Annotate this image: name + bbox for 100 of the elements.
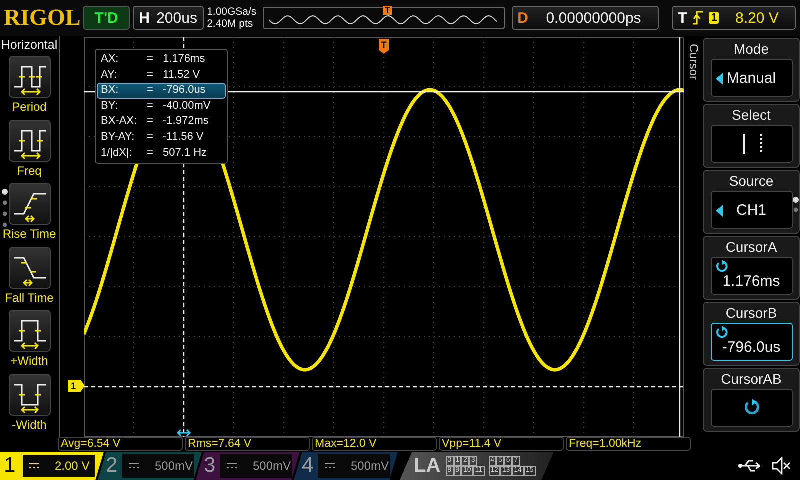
measure-label: Period (12, 100, 47, 114)
readout-equals: = (147, 100, 154, 114)
measure-button[interactable] (8, 246, 50, 288)
rotate-knob-icon (714, 326, 728, 340)
softkey-title: Select (732, 106, 771, 125)
softkey-value: -796.0us (722, 338, 781, 356)
menu-title: Horizontal (1, 38, 58, 52)
channel-tab[interactable]: 2 500mV (98, 452, 202, 480)
readout-label: BY-AY: (101, 130, 136, 145)
readout-equals: = (147, 130, 154, 145)
menu-side-label: Cursor (687, 44, 701, 80)
measurement-value: Max=12.0 V (312, 437, 437, 451)
softkey-title: Source (729, 172, 774, 191)
memory-depth: 2.40M pts (207, 18, 254, 30)
softkey-button[interactable]: Manual (710, 59, 792, 97)
readout-equals: = (147, 115, 154, 129)
muted-speaker-icon (772, 457, 792, 475)
left-triangle-icon (716, 205, 722, 217)
readout-equals: = (147, 84, 154, 98)
softkey-button[interactable]: CH1 (710, 191, 792, 229)
readout-equals: = (147, 146, 154, 160)
channel-number: 3 (204, 454, 216, 478)
sample-rate: 1.00GSa/s (207, 6, 258, 18)
measure-button[interactable] (8, 120, 50, 162)
dc-coupling-icon (29, 463, 39, 469)
readout-label: BY: (101, 100, 120, 114)
left-triangle-icon (716, 73, 722, 85)
readout-label: 1/|dX|: (101, 146, 134, 160)
softkey-title: Mode (734, 40, 770, 59)
dashed-cursor-line[interactable] (84, 386, 684, 388)
readout-equals: = (147, 68, 154, 82)
memory-waveform-icon (268, 14, 499, 26)
measurement-value: Rms=7.64 V (185, 437, 310, 451)
measure-label: Freq (17, 164, 42, 178)
measure-label: Fall Time (5, 290, 54, 304)
timebase-box[interactable]: H 200us (133, 6, 204, 30)
rotate-knob-icon (742, 399, 760, 417)
softkey-value: CH1 (736, 202, 766, 218)
channel-scale: 500mV (252, 459, 291, 473)
measurement-value: Vpp=11.4 V (439, 437, 564, 451)
delay-value: 0.00000000ps (545, 10, 642, 26)
trigger-position-marker: T (383, 6, 392, 15)
dc-coupling-icon (324, 463, 335, 469)
run-status: T'D (83, 6, 130, 30)
softkey-value: 1.176ms (722, 272, 780, 290)
timebase-label: H (139, 10, 150, 26)
channel-tab[interactable]: 4 500mV (294, 452, 398, 480)
channel-scale: 2.00 V (55, 459, 90, 473)
softkey-button[interactable]: -796.0us (710, 323, 792, 361)
channel-tab[interactable]: 3 500mV (196, 452, 300, 480)
trigger-level: 8.20 V (734, 10, 780, 26)
readout-value: -40.00mV (163, 100, 211, 114)
measure-label: Rise Time (2, 227, 56, 241)
readout-value: 507.1 Hz (163, 146, 208, 160)
softkey-title: CursorA (726, 238, 778, 257)
readout-equals: = (147, 53, 154, 67)
readout-value: 1.176ms (163, 53, 206, 67)
channel-number: 1 (4, 454, 17, 478)
la-label: LA (414, 454, 441, 478)
softkey-button[interactable] (710, 389, 792, 427)
readout-label: AX: (101, 53, 120, 67)
cursor-line[interactable] (679, 37, 681, 437)
softkey-button[interactable]: 1.176ms (710, 257, 792, 295)
softkey-value: Manual (726, 70, 776, 86)
readout-label: AY: (101, 68, 118, 82)
measure-button[interactable] (8, 56, 50, 98)
trigger-box[interactable]: T 1 8.20 V (672, 6, 796, 30)
trigger-label: T (678, 10, 688, 26)
readout-label: BX: (101, 84, 120, 98)
channel-scale: 500mV (154, 459, 193, 473)
readout-value: -796.0us (163, 84, 206, 98)
measure-label: +Width (10, 354, 48, 368)
channel-number: 4 (302, 454, 314, 478)
measurement-value: Avg=6.54 V (58, 437, 183, 451)
double-arrow-icon (176, 429, 192, 437)
measure-label: -Width (12, 418, 47, 432)
brand-logo: RIGOL (4, 5, 80, 31)
measurement-value: Freq=1.00kHz (566, 437, 691, 451)
measure-button[interactable] (8, 374, 50, 416)
softkey-title: CursorAB (721, 370, 782, 389)
trigger-marker: T (379, 39, 389, 54)
trigger-source: 1 (709, 12, 720, 24)
channel-tab[interactable]: 1 2.00 V (0, 452, 104, 480)
rotate-knob-icon (714, 260, 728, 274)
page-dots-icon (1, 188, 9, 228)
readout-value: -1.972ms (163, 115, 209, 129)
delay-box[interactable]: D 0.00000000ps (512, 6, 660, 30)
readout-value: 11.52 V (163, 68, 200, 82)
readout-label: BX-AX: (101, 115, 138, 129)
dc-coupling-icon (128, 463, 139, 469)
channel-scale: 500mV (350, 459, 389, 473)
readout-value: -11.56 V (163, 130, 204, 145)
measure-button[interactable] (8, 183, 50, 225)
channel-marker[interactable]: 1 (68, 380, 85, 392)
channel-number: 2 (106, 454, 118, 478)
dc-coupling-icon (226, 463, 237, 469)
softkey-title: CursorB (726, 304, 778, 323)
rising-edge-icon (692, 11, 704, 25)
measure-button[interactable] (8, 310, 50, 352)
timebase-value: 200us (156, 10, 198, 26)
